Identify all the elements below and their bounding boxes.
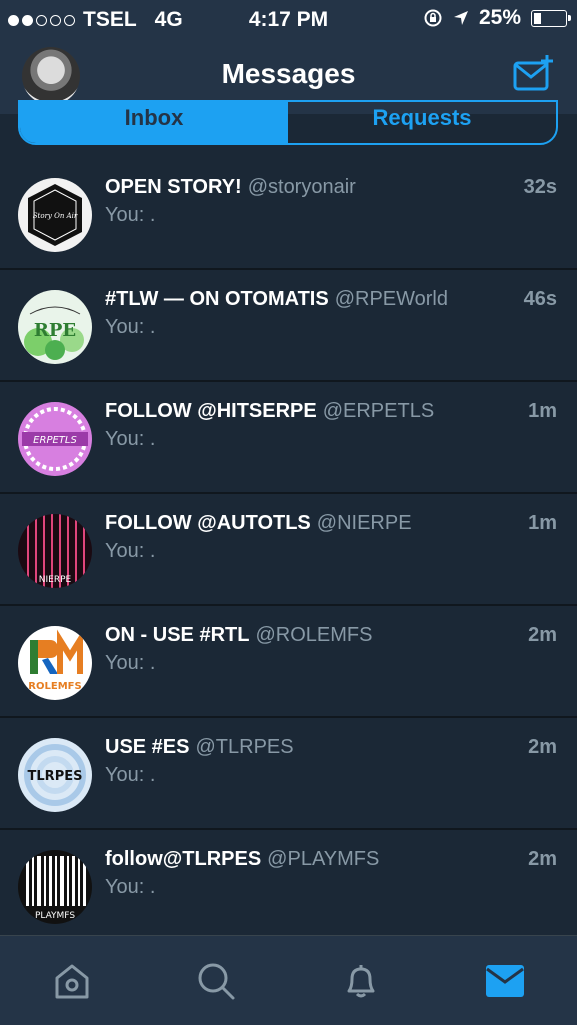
notifications-bell-icon: [347, 964, 375, 997]
conversation-handle: @NIERPE: [316, 512, 412, 534]
tab-notifications[interactable]: [289, 936, 433, 1025]
page-title: Messages: [221, 58, 356, 89]
new-message-button[interactable]: [513, 55, 555, 93]
inbox-requests-segmented-control: Inbox Requests: [18, 100, 558, 145]
nierpe-logo: NIERPE: [18, 514, 92, 588]
conversation-name: #TLW — ON OTOMATIS @RPEWorld: [105, 288, 448, 310]
conversation-handle: @ROLEMFS: [255, 624, 373, 646]
svg-text:RPE: RPE: [34, 320, 76, 341]
status-bar: TSEL 4G 4:17 PM 25%: [0, 0, 577, 38]
tab-inbox[interactable]: Inbox: [20, 102, 288, 143]
conversation-name: follow@TLRPES @PLAYMFS: [105, 848, 380, 870]
tab-requests[interactable]: Requests: [288, 102, 556, 143]
conversation-name: FOLLOW @AUTOTLS @NIERPE: [105, 512, 412, 534]
conversation-list: Story On Air OPEN STORY! @storyonair 32s …: [0, 158, 577, 940]
conversation-row[interactable]: PLAYMFS follow@TLRPES @PLAYMFS 2m You: .: [0, 830, 577, 940]
compose-message-icon: [513, 55, 553, 91]
conversation-row[interactable]: NIERPE FOLLOW @AUTOTLS @NIERPE 1m You: .: [0, 494, 577, 606]
home-icon: [55, 964, 89, 998]
svg-text:TLRPES: TLRPES: [28, 769, 83, 784]
svg-text:ROLEMFS: ROLEMFS: [28, 681, 81, 692]
conversation-handle: @RPEWorld: [334, 288, 448, 310]
conversation-handle: @PLAYMFS: [267, 848, 380, 870]
location-arrow-icon: [453, 11, 468, 25]
conversation-name: FOLLOW @HITSERPE @ERPETLS: [105, 400, 435, 422]
svg-text:ERPETLS: ERPETLS: [33, 435, 77, 446]
rolemfs-logo: ROLEMFS: [18, 626, 92, 700]
playmfs-logo: PLAYMFS: [18, 850, 92, 924]
conversation-time: 2m: [528, 736, 557, 758]
conversation-time: 46s: [523, 288, 557, 310]
conversation-name: USE #ES @TLRPES: [105, 736, 294, 758]
conversation-time: 1m: [528, 512, 557, 534]
erpetls-logo: ERPETLS: [18, 402, 92, 476]
bottom-tab-bar: [0, 935, 577, 1025]
svg-text:PLAYMFS: PLAYMFS: [35, 911, 75, 921]
conversation-row[interactable]: Story On Air OPEN STORY! @storyonair 32s …: [0, 158, 577, 270]
conversation-time: 2m: [528, 624, 557, 646]
conversation-preview: You: .: [105, 540, 156, 562]
rpe-world-logo: RPE: [18, 290, 92, 364]
rotation-lock-icon: [424, 9, 442, 27]
conversation-preview: You: .: [105, 652, 156, 674]
tlrpes-logo: TLRPES: [18, 738, 92, 812]
conversation-preview: You: .: [105, 428, 156, 450]
conversation-row[interactable]: ROLEMFS ON - USE #RTL @ROLEMFS 2m You: .: [0, 606, 577, 718]
conversation-handle: @TLRPES: [195, 736, 294, 758]
conversation-handle: @storyonair: [247, 176, 356, 198]
conversation-time: 1m: [528, 400, 557, 422]
status-right: 25%: [423, 6, 571, 30]
tab-home[interactable]: [0, 936, 144, 1025]
messages-envelope-icon: [485, 964, 524, 997]
conversation-preview: You: .: [105, 204, 156, 226]
search-icon: [198, 963, 235, 999]
conversation-name: ON - USE #RTL @ROLEMFS: [105, 624, 373, 646]
story-on-air-logo: Story On Air: [18, 178, 92, 252]
conversation-row[interactable]: TLRPES USE #ES @TLRPES 2m You: .: [0, 718, 577, 830]
conversation-row[interactable]: ERPETLS FOLLOW @HITSERPE @ERPETLS 1m You:…: [0, 382, 577, 494]
battery-icon: [531, 9, 571, 27]
conversation-preview: You: .: [105, 764, 156, 786]
conversation-row[interactable]: RPE #TLW — ON OTOMATIS @RPEWorld 46s You:…: [0, 270, 577, 382]
conversation-handle: @ERPETLS: [322, 400, 435, 422]
conversation-time: 32s: [523, 176, 557, 198]
conversation-name: OPEN STORY! @storyonair: [105, 176, 356, 198]
tab-search[interactable]: [144, 936, 288, 1025]
conversation-time: 2m: [528, 848, 557, 870]
conversation-preview: You: .: [105, 876, 156, 898]
battery-percent: 25%: [478, 6, 521, 29]
conversation-preview: You: .: [105, 316, 156, 338]
svg-text:Story On Air: Story On Air: [33, 212, 78, 220]
tab-messages[interactable]: [433, 936, 577, 1025]
svg-text:NIERPE: NIERPE: [39, 575, 72, 585]
